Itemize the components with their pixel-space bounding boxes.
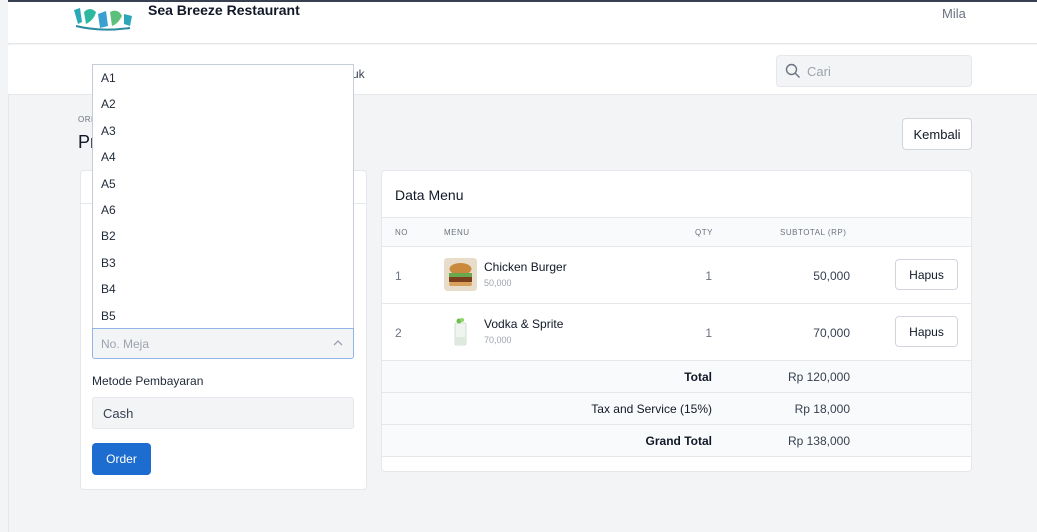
search-icon xyxy=(785,63,800,78)
search-box[interactable] xyxy=(776,55,972,87)
summary-value: Rp 120,000 xyxy=(787,370,850,384)
summary-value: Rp 138,000 xyxy=(787,434,850,448)
card-title: Data Menu xyxy=(395,187,464,203)
table-option[interactable]: A2 xyxy=(93,91,353,117)
order-button[interactable]: Order xyxy=(92,443,151,475)
table-number-select[interactable]: No. Meja xyxy=(92,328,354,359)
menu-item-qty: 1 xyxy=(705,326,712,340)
summary-label: Total xyxy=(684,370,712,384)
chevron-up-icon xyxy=(333,340,343,346)
payment-method-value: Cash xyxy=(103,406,134,421)
row-number: 1 xyxy=(395,269,402,283)
search-input[interactable] xyxy=(807,56,967,86)
back-button[interactable]: Kembali xyxy=(902,118,972,150)
table-options-dropdown[interactable]: A1 A2 A3 A4 A5 A6 B2 B3 B4 B5 xyxy=(92,64,354,328)
column-header-qty: QTY xyxy=(695,228,713,237)
menu-item-name: Chicken Burger xyxy=(484,260,567,274)
brand-logo[interactable] xyxy=(70,2,138,34)
menu-item-image xyxy=(444,315,477,348)
table-option[interactable]: B4 xyxy=(93,276,353,302)
menu-item-image xyxy=(444,258,477,291)
table-option[interactable]: A3 xyxy=(93,118,353,144)
column-header-no: NO xyxy=(395,228,408,237)
table-option[interactable]: A1 xyxy=(93,65,353,91)
delete-item-button[interactable]: Hapus xyxy=(895,316,958,347)
summary-row-tax: Tax and Service (15%) Rp 18,000 xyxy=(382,393,971,425)
table-option[interactable]: A5 xyxy=(93,171,353,197)
user-name[interactable]: Mila xyxy=(942,6,966,21)
table-option[interactable]: B5 xyxy=(93,303,353,329)
table-select-placeholder: No. Meja xyxy=(101,337,150,351)
table-row: 1 Chicken Burger 50,000 1 50,000 Hapus xyxy=(382,247,971,304)
delete-item-button[interactable]: Hapus xyxy=(895,259,958,290)
summary-value: Rp 18,000 xyxy=(794,402,850,416)
summary-label: Tax and Service (15%) xyxy=(591,402,712,416)
column-header-menu: MENU xyxy=(444,228,470,237)
table-option[interactable]: B3 xyxy=(93,250,353,276)
menu-item-subtotal: 70,000 xyxy=(813,326,850,340)
menu-data-card: Data Menu NO MENU QTY SUBTOTAL (RP) 1 Ch… xyxy=(381,170,972,472)
menu-item-name: Vodka & Sprite xyxy=(484,317,564,331)
summary-row-total: Total Rp 120,000 xyxy=(382,361,971,393)
table-header: NO MENU QTY SUBTOTAL (RP) xyxy=(382,217,971,247)
summary-row-grand-total: Grand Total Rp 138,000 xyxy=(382,425,971,457)
table-row: 2 Vodka & Sprite 70,000 1 70,000 Hapus xyxy=(382,304,971,361)
menu-item-subtotal: 50,000 xyxy=(813,269,850,283)
brand-name: Sea Breeze Restaurant xyxy=(148,2,300,18)
column-header-subtotal: SUBTOTAL (RP) xyxy=(780,228,847,237)
payment-method-field[interactable]: Cash xyxy=(92,397,354,429)
table-option[interactable]: B2 xyxy=(93,223,353,249)
payment-method-label: Metode Pembayaran xyxy=(92,374,204,388)
menu-item-price: 70,000 xyxy=(484,335,512,345)
menu-item-price: 50,000 xyxy=(484,278,512,288)
table-option[interactable]: A4 xyxy=(93,144,353,170)
row-number: 2 xyxy=(395,326,402,340)
summary-label: Grand Total xyxy=(645,434,712,448)
menu-item-qty: 1 xyxy=(705,269,712,283)
table-option[interactable]: A6 xyxy=(93,197,353,223)
